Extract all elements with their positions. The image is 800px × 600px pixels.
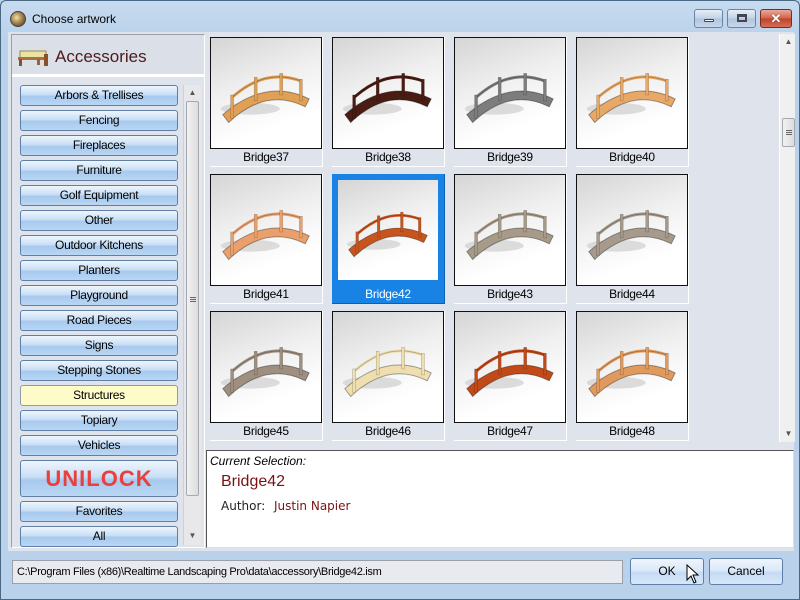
thumbnail-label: Bridge47 bbox=[487, 424, 533, 438]
bridge-preview-image bbox=[576, 174, 688, 286]
bridge-preview-image bbox=[576, 37, 688, 149]
bridge-preview-image bbox=[454, 37, 566, 149]
category-button[interactable]: Stepping Stones bbox=[20, 360, 178, 381]
artwork-thumbnail[interactable]: Bridge44 bbox=[576, 174, 689, 304]
category-button[interactable]: Structures bbox=[20, 385, 178, 406]
artwork-thumbnail[interactable]: Bridge37 bbox=[210, 37, 323, 167]
bridge-preview-image bbox=[454, 174, 566, 286]
artwork-thumbnail[interactable]: Bridge40 bbox=[576, 37, 689, 167]
category-panel: Accessories Arbors & Trellises Fencing Fir… bbox=[11, 34, 205, 548]
category-button[interactable]: Playground bbox=[20, 285, 178, 306]
bridge-preview-image bbox=[210, 174, 322, 286]
scroll-down-icon[interactable]: ▼ bbox=[184, 528, 201, 544]
window-title: Choose artwork bbox=[32, 12, 117, 26]
file-path-field: C:\Program Files (x86)\Realtime Landscap… bbox=[12, 560, 623, 584]
thumbnail-label: Bridge42 bbox=[365, 287, 411, 301]
thumbnail-grid: ▲ ▼ Bridge37 Bridge38 Bridge39 Bridge40 bbox=[206, 34, 795, 442]
category-button[interactable]: Road Pieces bbox=[20, 310, 178, 331]
all-button[interactable]: All bbox=[20, 526, 178, 547]
category-button[interactable]: Furniture bbox=[20, 160, 178, 181]
bridge-preview-image bbox=[332, 311, 444, 423]
dialog-client: Accessories Arbors & Trellises Fencing Fir… bbox=[8, 32, 795, 551]
scroll-up-icon[interactable]: ▲ bbox=[780, 34, 797, 50]
close-button[interactable]: ✕ bbox=[760, 9, 792, 28]
thumbnail-label: Bridge41 bbox=[243, 287, 289, 301]
category-button[interactable]: Signs bbox=[20, 335, 178, 356]
category-button[interactable]: Other bbox=[20, 210, 178, 231]
bridge-preview-image bbox=[576, 311, 688, 423]
current-selection-label: Current Selection: bbox=[210, 454, 307, 468]
category-button[interactable]: Outdoor Kitchens bbox=[20, 235, 178, 256]
author-value: Justin Napier bbox=[274, 499, 351, 513]
brand-button[interactable]: UNILOCK bbox=[20, 460, 178, 497]
minimize-button[interactable] bbox=[694, 9, 723, 28]
close-icon: ✕ bbox=[770, 11, 782, 26]
mouse-cursor-icon bbox=[686, 564, 700, 584]
category-button[interactable]: Vehicles bbox=[20, 435, 178, 456]
cancel-button[interactable]: Cancel bbox=[709, 558, 783, 585]
category-header: Accessories bbox=[12, 35, 204, 77]
thumbnail-label: Bridge38 bbox=[365, 150, 411, 164]
bridge-preview-image bbox=[210, 311, 322, 423]
artwork-thumbnail[interactable]: Bridge42 bbox=[332, 174, 445, 304]
artwork-thumbnail[interactable]: Bridge47 bbox=[454, 311, 567, 441]
category-button[interactable]: Planters bbox=[20, 260, 178, 281]
category-scrollbar[interactable]: ▲ ▼ bbox=[183, 85, 201, 545]
maximize-button[interactable] bbox=[727, 9, 756, 28]
thumbnail-label: Bridge46 bbox=[365, 424, 411, 438]
artwork-thumbnail[interactable]: Bridge45 bbox=[210, 311, 323, 441]
thumbnail-label: Bridge48 bbox=[609, 424, 655, 438]
selected-item-name: Bridge42 bbox=[221, 473, 286, 490]
scroll-thumb[interactable] bbox=[782, 118, 795, 147]
artwork-thumbnail[interactable]: Bridge41 bbox=[210, 174, 323, 304]
author-label: Author: bbox=[221, 499, 266, 513]
category-button[interactable]: Topiary bbox=[20, 410, 178, 431]
bridge-preview-image bbox=[338, 180, 438, 280]
favorites-button[interactable]: Favorites bbox=[20, 501, 178, 522]
app-icon bbox=[10, 11, 26, 27]
thumbnail-label: Bridge39 bbox=[487, 150, 533, 164]
thumbnail-label: Bridge43 bbox=[487, 287, 533, 301]
artwork-thumbnail[interactable]: Bridge38 bbox=[332, 37, 445, 167]
thumbnail-scrollbar[interactable]: ▲ ▼ bbox=[779, 34, 795, 442]
category-list: Arbors & Trellises Fencing Fireplaces Furni… bbox=[20, 85, 180, 551]
maximize-icon bbox=[737, 14, 747, 22]
selection-details: Current Selection: Bridge42 Author: Just… bbox=[206, 450, 794, 548]
bridge-preview-image bbox=[210, 37, 322, 149]
minimize-icon bbox=[704, 19, 714, 22]
bridge-preview-image bbox=[454, 311, 566, 423]
scroll-down-icon[interactable]: ▼ bbox=[780, 426, 797, 442]
thumbnail-label: Bridge40 bbox=[609, 150, 655, 164]
thumbnail-label: Bridge44 bbox=[609, 287, 655, 301]
category-title: Accessories bbox=[55, 47, 147, 66]
artwork-thumbnail[interactable]: Bridge39 bbox=[454, 37, 567, 167]
artwork-thumbnail[interactable]: Bridge48 bbox=[576, 311, 689, 441]
artwork-thumbnail[interactable]: Bridge46 bbox=[332, 311, 445, 441]
category-button[interactable]: Golf Equipment bbox=[20, 185, 178, 206]
scroll-up-icon[interactable]: ▲ bbox=[184, 85, 201, 101]
bench-icon bbox=[18, 50, 48, 66]
category-button[interactable]: Fencing bbox=[20, 110, 178, 131]
category-button[interactable]: Arbors & Trellises bbox=[20, 85, 178, 106]
artwork-thumbnail[interactable]: Bridge43 bbox=[454, 174, 567, 304]
thumbnail-label: Bridge37 bbox=[243, 150, 289, 164]
scroll-thumb[interactable] bbox=[186, 101, 199, 496]
category-button[interactable]: Fireplaces bbox=[20, 135, 178, 156]
bridge-preview-image bbox=[332, 37, 444, 149]
title-bar[interactable]: Choose artwork ✕ bbox=[1, 1, 799, 33]
choose-artwork-dialog: Choose artwork ✕ Accessories Arbors & Tr… bbox=[0, 0, 800, 600]
thumbnail-label: Bridge45 bbox=[243, 424, 289, 438]
